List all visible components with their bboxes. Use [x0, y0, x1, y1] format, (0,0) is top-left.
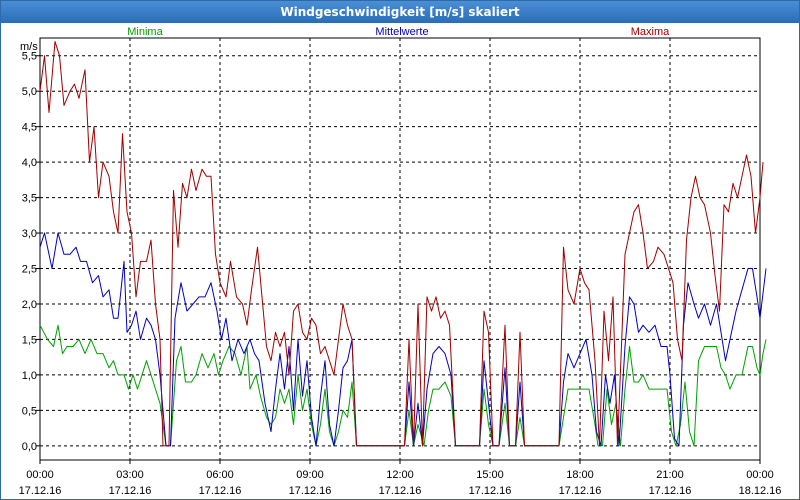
x-tick-time: 03:00: [116, 469, 144, 481]
series-line-minima: [39, 324, 767, 447]
x-tick-time: 00:00: [746, 469, 774, 481]
legend-maxima: Maxima: [631, 26, 670, 38]
x-tick-time: 00:00: [26, 469, 54, 481]
x-tick-date: 17.12.16: [199, 485, 242, 497]
series-line-maxima: [39, 41, 764, 447]
y-tick-label: 5,0: [22, 86, 37, 98]
legend-mittelwerte: Mittelwerte: [375, 26, 428, 38]
x-tick-date: 17.12.16: [469, 485, 512, 497]
legend-minima: Minima: [127, 26, 163, 38]
x-tick-date: 17.12.16: [379, 485, 422, 497]
y-axis-label: m/s: [20, 41, 38, 53]
x-tick-date: 17.12.16: [19, 485, 62, 497]
x-tick-date: 17.12.16: [559, 485, 602, 497]
wind-speed-chart: 0,00,51,01,52,02,53,03,54,04,55,05,5m/s0…: [19, 26, 782, 497]
y-tick-label: 1,5: [22, 334, 37, 346]
y-tick-label: 2,5: [22, 264, 37, 276]
x-tick-date: 17.12.16: [649, 485, 692, 497]
x-tick-date: 18.12.16: [739, 485, 782, 497]
x-tick-time: 21:00: [656, 469, 684, 481]
y-tick-label: 0,0: [22, 441, 37, 453]
y-tick-label: 0,5: [22, 405, 37, 417]
x-tick-time: 15:00: [476, 469, 504, 481]
x-tick-time: 09:00: [296, 469, 324, 481]
y-tick-label: 4,5: [22, 122, 37, 134]
x-tick-date: 17.12.16: [109, 485, 152, 497]
y-tick-label: 3,5: [22, 193, 37, 205]
y-tick-label: 2,0: [22, 299, 37, 311]
y-tick-label: 4,0: [22, 157, 37, 169]
y-tick-label: 3,0: [22, 228, 37, 240]
x-tick-time: 06:00: [206, 469, 234, 481]
x-tick-time: 12:00: [386, 469, 414, 481]
x-tick-time: 18:00: [566, 469, 594, 481]
y-tick-label: 1,0: [22, 370, 37, 382]
x-tick-date: 17.12.16: [289, 485, 332, 497]
